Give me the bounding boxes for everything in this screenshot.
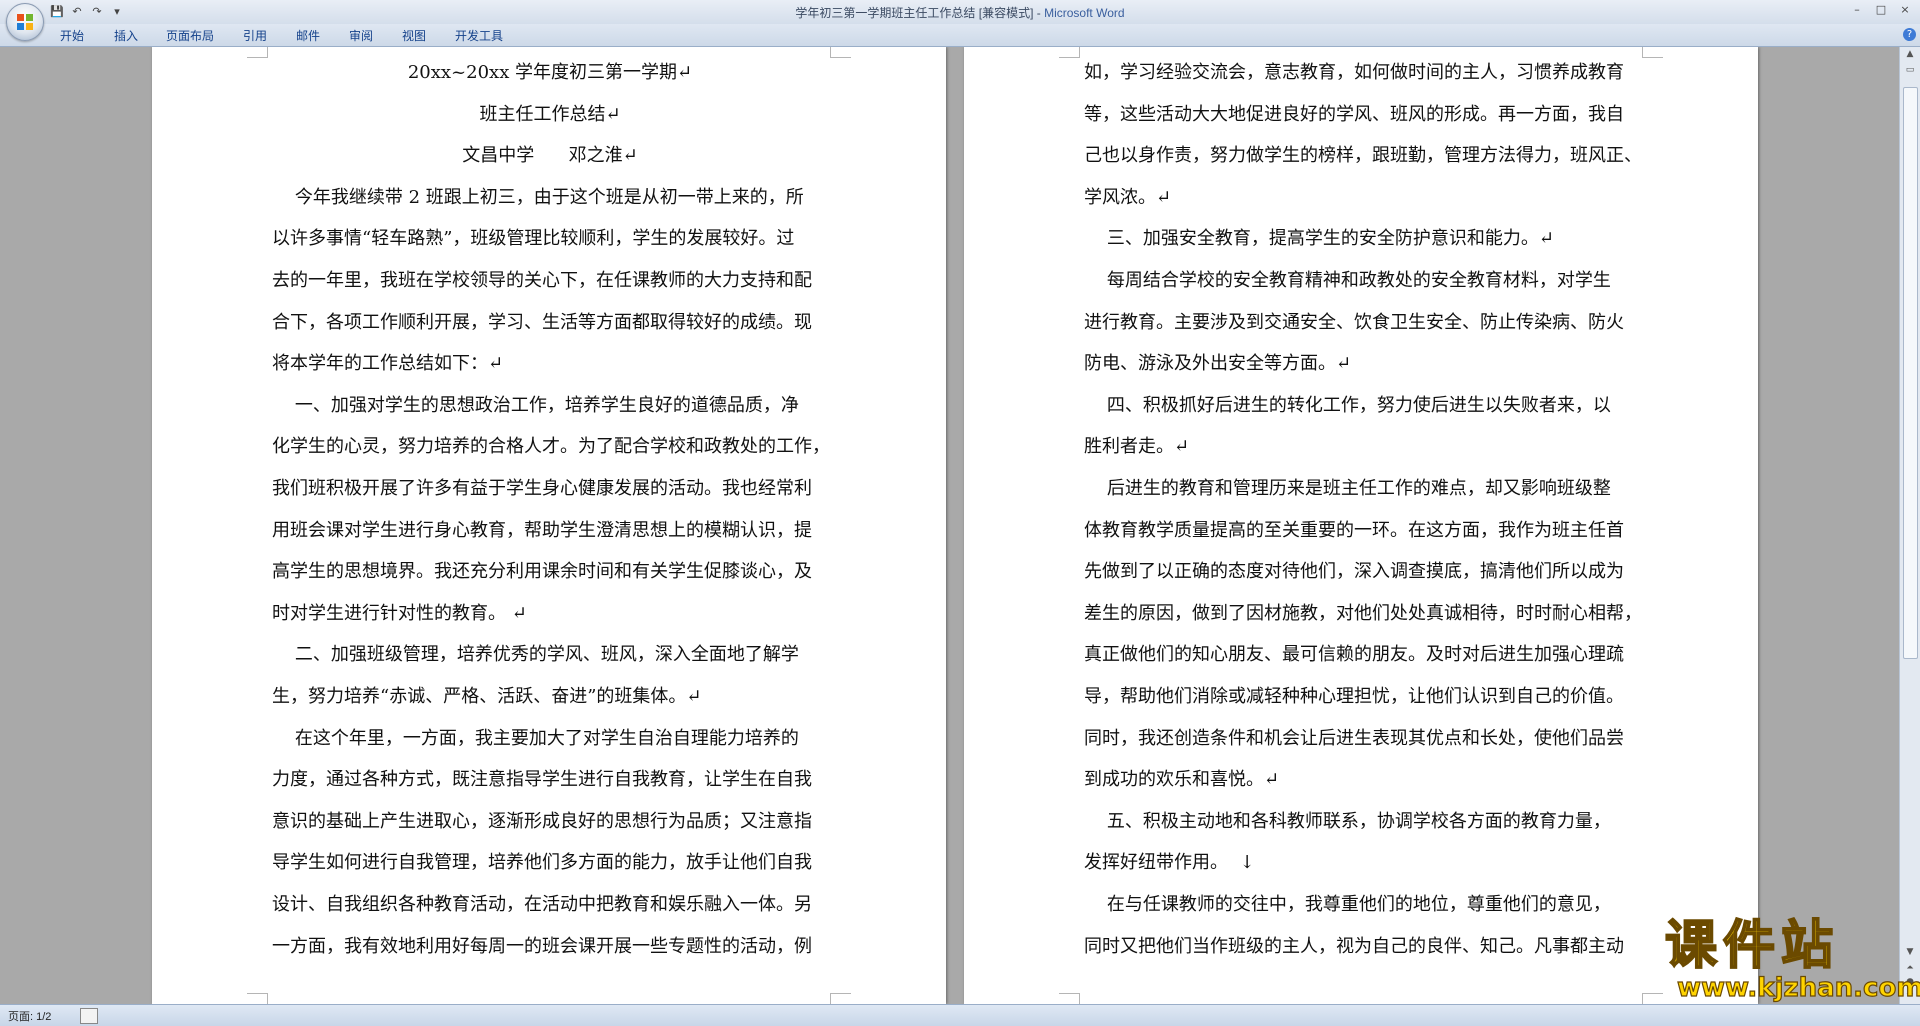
document-text-line[interactable]: 在与任课教师的交往中，我尊重他们的地位，尊重他们的意见， xyxy=(1084,893,1640,917)
tab-insert[interactable]: 插入 xyxy=(114,27,138,44)
title-bar: 💾 ↶ ↷ ▾ 学年初三第一学期班主任工作总结 [兼容模式] - Microso… xyxy=(0,0,1920,24)
document-text-line[interactable]: 先做到了以正确的态度对待他们，深入调查摸底，搞清他们所以成为 xyxy=(1084,560,1640,584)
maximize-button[interactable]: □ xyxy=(1870,2,1892,18)
tab-developer[interactable]: 开发工具 xyxy=(455,27,503,44)
document-text-line[interactable]: 同时，我还创造条件和机会让后进生表现其优点和长处，使他们品尝 xyxy=(1084,727,1640,751)
office-button[interactable] xyxy=(6,3,44,41)
document-title: 学年初三第一学期班主任工作总结 [兼容模式] - xyxy=(795,6,1045,20)
document-text-line[interactable]: 去的一年里，我班在学校领导的关心下，在任课教师的大力支持和配 xyxy=(272,269,828,293)
help-icon[interactable]: ? xyxy=(1903,28,1916,41)
tab-home[interactable]: 开始 xyxy=(60,27,84,44)
document-text-line[interactable]: 差生的原因，做到了因材施教，对他们处处真诚相待，时时耐心相帮， xyxy=(1084,602,1640,626)
crop-mark xyxy=(1642,47,1663,58)
document-text-line[interactable]: 在这个年里，一方面，我主要加大了对学生自治自理能力培养的 xyxy=(272,727,828,751)
window-controls: – □ × xyxy=(1846,2,1916,18)
crop-mark xyxy=(1059,993,1080,1004)
watermark-title: 课件站 xyxy=(1664,916,1840,976)
document-text-line[interactable]: 四、积极抓好后进生的转化工作，努力使后进生以失败者来，以 xyxy=(1084,394,1640,418)
document-text-line[interactable]: 等，这些活动大大地促进良好的学风、班风的形成。再一方面，我自 xyxy=(1084,103,1640,127)
crop-mark xyxy=(247,993,268,1004)
document-text-line[interactable]: 学风浓。↵ xyxy=(1084,186,1640,210)
vertical-scrollbar[interactable]: ▲ ▭ ▼ ⏶ ● ⏷ xyxy=(1899,47,1920,1004)
document-text-line[interactable]: 一方面，我有效地利用好每周一的班会课开展一些专题性的活动，例 xyxy=(272,935,828,959)
document-text-line[interactable]: 体教育教学质量提高的至关重要的一环。在这方面，我作为班主任首 xyxy=(1084,519,1640,543)
document-text-line[interactable]: 以许多事情“轻车路熟”，班级管理比较顺利，学生的发展较好。过 xyxy=(272,227,828,251)
site-watermark: 课件站 www.kjzhan.com xyxy=(1664,916,1920,1006)
document-text-line[interactable]: 到成功的欢乐和喜悦。↵ xyxy=(1084,768,1640,792)
document-text-line[interactable]: 导，帮助他们消除或减轻种种心理担忧，让他们认识到自己的价值。 xyxy=(1084,685,1640,709)
tab-page-layout[interactable]: 页面布局 xyxy=(166,27,214,44)
scrollbar-thumb[interactable] xyxy=(1903,87,1918,659)
app-name: Microsoft Word xyxy=(1044,6,1125,20)
proofing-icon[interactable] xyxy=(80,1008,98,1024)
ribbon-tabs: 开始 插入 页面布局 引用 邮件 审阅 视图 开发工具 ? xyxy=(0,24,1920,47)
document-text-line[interactable]: 设计、自我组织各种教育活动，在活动中把教育和娱乐融入一体。另 xyxy=(272,893,828,917)
document-text-line[interactable]: 化学生的心灵，努力培养的合格人才。为了配合学校和政教处的工作， xyxy=(272,435,828,459)
document-text-line[interactable]: 时对学生进行针对性的教育。 ↵ xyxy=(272,602,828,626)
document-text-line[interactable]: 意识的基础上产生进取心，逐渐形成良好的思想行为品质；又注意指 xyxy=(272,810,828,834)
document-text-line[interactable]: 我们班积极开展了许多有益于学生身心健康发展的活动。我也经常利 xyxy=(272,477,828,501)
document-text-line[interactable]: 用班会课对学生进行身心教育，帮助学生澄清思想上的模糊认识，提 xyxy=(272,519,828,543)
document-workspace: 20xx~20xx 学年度初三第一学期↵ 班主任工作总结↵ 文昌中学 邓之淮↵ 今年… xyxy=(0,47,1900,1004)
crop-mark xyxy=(247,47,268,58)
document-text-line[interactable]: 进行教育。主要涉及到交通安全、饮食卫生安全、防止传染病、防火 xyxy=(1084,311,1640,335)
document-text-line[interactable]: 导学生如何进行自我管理，培养他们多方面的能力，放手让他们自我 xyxy=(272,851,828,875)
watermark-url: www.kjzhan.com xyxy=(1676,973,1920,1003)
document-text-line[interactable]: 文昌中学 邓之淮↵ xyxy=(272,144,828,168)
document-text-line[interactable]: 20xx~20xx 学年度初三第一学期↵ xyxy=(272,61,828,85)
status-bar: 页面: 1/2 xyxy=(0,1004,1920,1026)
tab-view[interactable]: 视图 xyxy=(402,27,426,44)
document-text-line[interactable]: 胜利者走。↵ xyxy=(1084,435,1640,459)
document-text-line[interactable]: 后进生的教育和管理历来是班主任工作的难点，却又影响班级整 xyxy=(1084,477,1640,501)
close-button[interactable]: × xyxy=(1894,2,1916,18)
window-title: 学年初三第一学期班主任工作总结 [兼容模式] - Microsoft Word xyxy=(0,4,1920,21)
document-text-line[interactable]: 五、积极主动地和各科教师联系，协调学校各方面的教育力量， xyxy=(1084,810,1640,834)
minimize-button[interactable]: – xyxy=(1846,2,1868,18)
document-text-line[interactable]: 己也以身作责，努力做学生的榜样，跟班勤，管理方法得力，班风正、 xyxy=(1084,144,1640,168)
document-page-2[interactable]: 如，学习经验交流会，意志教育，如何做时间的主人，习惯养成教育 等，这些活动大大地促… xyxy=(964,47,1758,1004)
crop-mark xyxy=(1059,47,1080,58)
scroll-up-icon[interactable]: ▲ xyxy=(1903,49,1917,61)
document-text-line[interactable]: 生，努力培养“赤诚、严格、活跃、奋进”的班集体。↵ xyxy=(272,685,828,709)
document-text-line[interactable]: 力度，通过各种方式，既注意指导学生进行自我教育，让学生在自我 xyxy=(272,768,828,792)
document-text-line[interactable]: 发挥好纽带作用。 ↓ xyxy=(1084,851,1640,875)
document-text-line[interactable]: 一、加强对学生的思想政治工作，培养学生良好的道德品质，净 xyxy=(272,394,828,418)
document-page-1[interactable]: 20xx~20xx 学年度初三第一学期↵ 班主任工作总结↵ 文昌中学 邓之淮↵ 今年… xyxy=(152,47,946,1004)
document-text-line[interactable]: 防电、游泳及外出安全等方面。↵ xyxy=(1084,352,1640,376)
crop-mark xyxy=(830,993,851,1004)
tab-references[interactable]: 引用 xyxy=(243,27,267,44)
tab-review[interactable]: 审阅 xyxy=(349,27,373,44)
scroll-down-icon[interactable]: ▼ xyxy=(1903,947,1917,959)
office-logo-icon xyxy=(17,14,33,30)
document-text-line[interactable]: 每周结合学校的安全教育精神和政教处的安全教育材料，对学生 xyxy=(1084,269,1640,293)
document-text-line[interactable]: 如，学习经验交流会，意志教育，如何做时间的主人，习惯养成教育 xyxy=(1084,61,1640,85)
page-count[interactable]: 页面: 1/2 xyxy=(8,1008,51,1024)
document-text-line[interactable]: 今年我继续带 2 班跟上初三，由于这个班是从初一带上来的，所 xyxy=(272,186,828,210)
document-text-line[interactable]: 班主任工作总结↵ xyxy=(272,103,828,127)
document-text-line[interactable]: 真正做他们的知心朋友、最可信赖的朋友。及时对后进生加强心理疏 xyxy=(1084,643,1640,667)
document-text-line[interactable]: 二、加强班级管理，培养优秀的学风、班风，深入全面地了解学 xyxy=(272,643,828,667)
tab-mailings[interactable]: 邮件 xyxy=(296,27,320,44)
document-text-line[interactable]: 三、加强安全教育，提高学生的安全防护意识和能力。↵ xyxy=(1084,227,1640,251)
document-text-line[interactable]: 合下，各项工作顺利开展，学习、生活等方面都取得较好的成绩。现 xyxy=(272,311,828,335)
document-text-line[interactable]: 同时又把他们当作班级的主人，视为自己的良伴、知己。凡事都主动 xyxy=(1084,935,1640,959)
ruler-toggle-icon[interactable]: ▭ xyxy=(1903,65,1917,77)
crop-mark xyxy=(830,47,851,58)
document-text-line[interactable]: 将本学年的工作总结如下：↵ xyxy=(272,352,828,376)
crop-mark xyxy=(1642,993,1663,1004)
document-text-line[interactable]: 高学生的思想境界。我还充分利用课余时间和有关学生促膝谈心，及 xyxy=(272,560,828,584)
